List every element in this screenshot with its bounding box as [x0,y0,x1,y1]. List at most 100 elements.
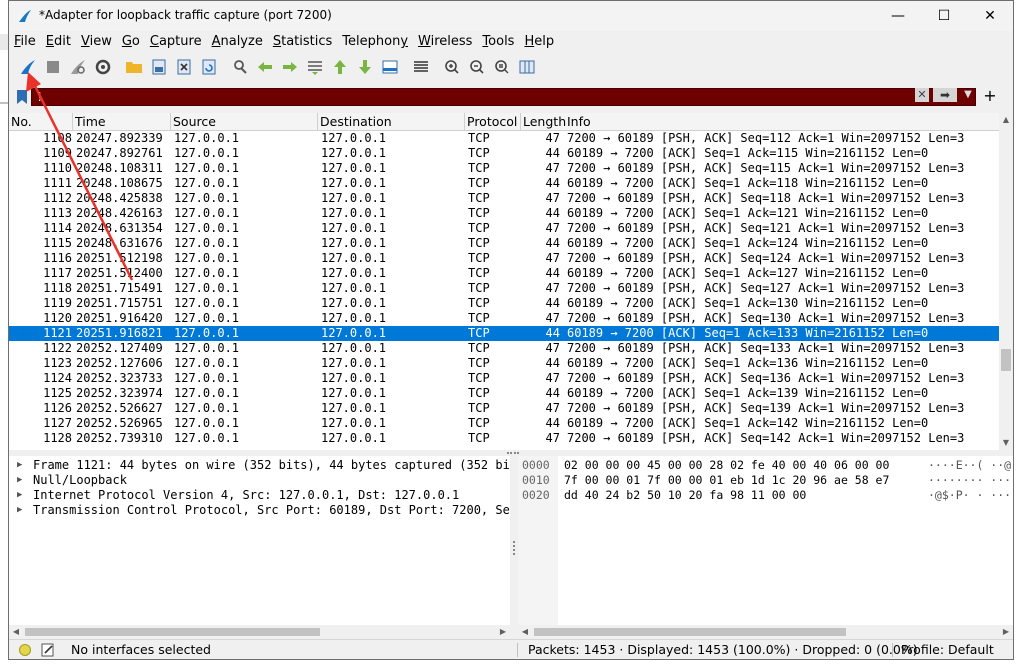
column-header-time[interactable]: Time [73,113,171,130]
column-header-info[interactable]: Info [565,113,999,130]
details-tree-item[interactable]: ▶ Frame 1121: 44 bytes on wire (352 bits)… [9,458,510,473]
details-tree-item[interactable]: ▶ Null/Loopback [9,473,510,488]
find-packet-button[interactable] [227,56,252,78]
menu-edit[interactable]: Edit [41,32,76,52]
open-file-button[interactable] [121,56,146,78]
scroll-up-icon[interactable]: ▲ [999,113,1013,127]
start-capture-button[interactable] [15,56,40,78]
column-header-protocol[interactable]: Protocol [465,113,521,130]
restart-capture-button[interactable] [65,56,90,78]
go-to-packet-button[interactable] [302,56,327,78]
capture-comment-icon[interactable] [41,643,55,657]
bytes-hscrollbar[interactable]: ◀ ▶ [518,625,1013,639]
expand-arrow-icon[interactable]: ▶ [17,488,22,503]
menu-go[interactable]: Go [117,32,145,52]
profile-selector[interactable]: Profile: Default [901,642,994,657]
packet-row[interactable]: 1111 20248.108675 127.0.0.1 127.0.0.1 TCP 44 6… [9,176,999,191]
go-forward-button[interactable] [277,56,302,78]
save-file-icon [152,59,165,75]
column-header-source[interactable]: Source [171,113,318,130]
packet-cell-info: 7200 → 60189 [PSH, ACK] Seq=112 Ack=1 Wi… [567,131,965,145]
menu-telephony[interactable]: Telephony [337,32,413,52]
details-tree-item[interactable]: ▶ Transmission Control Protocol, Src Port… [9,503,510,518]
go-back-button[interactable] [252,56,277,78]
vertical-splitter[interactable] [510,456,518,639]
scroll-right-icon[interactable]: ▶ [496,625,510,639]
menu-tools[interactable]: Tools [477,32,519,52]
zoom-out-button[interactable] [464,56,489,78]
packet-row[interactable]: 1109 20247.892761 127.0.0.1 127.0.0.1 TCP 44 6… [9,146,999,161]
expand-arrow-icon[interactable]: ▶ [17,503,22,518]
packet-row[interactable]: 1120 20251.916420 127.0.0.1 127.0.0.1 TCP 47 7… [9,311,999,326]
packet-row[interactable]: 1128 20252.739310 127.0.0.1 127.0.0.1 TCP 47 7… [9,431,999,446]
colorize-button[interactable] [408,56,433,78]
packet-row[interactable]: 1125 20252.323974 127.0.0.1 127.0.0.1 TCP 44 6… [9,386,999,401]
close-file-button[interactable] [171,56,196,78]
zoom-normal-button[interactable] [489,56,514,78]
capture-options-button[interactable] [90,56,115,78]
packet-row[interactable]: 1124 20252.323733 127.0.0.1 127.0.0.1 TCP 47 7… [9,371,999,386]
menu-wireless[interactable]: Wireless [413,32,477,52]
menu-capture[interactable]: Capture [145,32,207,52]
bytes-hex: 7f 00 00 01 7f 00 00 01 eb 1d 1c 20 96 a… [564,473,890,487]
packet-row[interactable]: 1110 20248.108311 127.0.0.1 127.0.0.1 TCP 47 7… [9,161,999,176]
menu-file[interactable]: File [9,32,41,52]
auto-scroll-button[interactable] [377,56,402,78]
packet-cell-time: 20248.426163 [76,206,163,220]
packet-row[interactable]: 1117 20251.512400 127.0.0.1 127.0.0.1 TCP 44 6… [9,266,999,281]
zoom-in-button[interactable] [439,56,464,78]
go-last-button[interactable] [352,56,377,78]
scroll-right-icon[interactable]: ▶ [999,625,1013,639]
packet-row[interactable]: 1113 20248.426163 127.0.0.1 127.0.0.1 TCP 44 6… [9,206,999,221]
packet-row[interactable]: 1123 20252.127606 127.0.0.1 127.0.0.1 TCP 44 6… [9,356,999,371]
packet-row[interactable]: 1112 20248.425838 127.0.0.1 127.0.0.1 TCP 47 7… [9,191,999,206]
menu-analyze[interactable]: Analyze [207,32,268,52]
minimize-button[interactable]: — [875,1,921,31]
maximize-button[interactable]: ☐ [921,1,967,31]
go-first-button[interactable] [327,56,352,78]
packet-cell-src: 127.0.0.1 [174,176,240,190]
stop-capture-button[interactable] [40,56,65,78]
scroll-down-icon[interactable]: ▼ [999,436,1013,450]
menu-view[interactable]: View [76,32,117,52]
expand-arrow-icon[interactable]: ▶ [17,473,22,488]
resize-columns-button[interactable] [514,56,539,78]
expert-info-indicator-icon[interactable] [19,644,31,656]
packet-row[interactable]: 1122 20252.127409 127.0.0.1 127.0.0.1 TCP 47 7… [9,341,999,356]
scroll-left-icon[interactable]: ◀ [9,625,23,639]
packet-row[interactable]: 1127 20252.526965 127.0.0.1 127.0.0.1 TCP 44 6… [9,416,999,431]
apply-filter-button[interactable]: ➡ [933,88,957,102]
packet-cell-time: 20252.526965 [76,416,163,430]
packet-row[interactable]: 1114 20248.631354 127.0.0.1 127.0.0.1 TCP 47 7… [9,221,999,236]
filter-bookmark-icon[interactable] [15,89,29,105]
display-filter-input[interactable]: ! [31,88,976,106]
bytes-scroll-thumb[interactable] [534,628,846,636]
scroll-thumb[interactable] [1001,349,1011,371]
packet-row[interactable]: 1108 20247.892339 127.0.0.1 127.0.0.1 TCP 47 7… [9,131,999,146]
filter-history-dropdown[interactable]: ▼ [961,88,975,102]
column-header-no[interactable]: No. [9,113,73,130]
save-file-button[interactable] [146,56,171,78]
clear-filter-button[interactable]: ✕ [915,88,929,102]
column-header-destination[interactable]: Destination [318,113,465,130]
packet-row[interactable]: 1121 20251.916821 127.0.0.1 127.0.0.1 TCP 44 6… [9,326,999,341]
menu-help[interactable]: Help [519,32,559,52]
details-hscrollbar[interactable]: ◀ ▶ [9,625,510,639]
packet-row[interactable]: 1116 20251.512198 127.0.0.1 127.0.0.1 TCP 47 7… [9,251,999,266]
reload-file-button[interactable] [196,56,221,78]
packet-cell-no: 1122 [43,341,72,355]
close-button[interactable]: ✕ [967,1,1013,31]
scroll-left-icon[interactable]: ◀ [518,625,532,639]
column-header-length[interactable]: Length [521,113,567,130]
packet-row[interactable]: 1118 20251.715491 127.0.0.1 127.0.0.1 TCP 47 7… [9,281,999,296]
menu-statistics[interactable]: Statistics [268,32,337,52]
packet-row[interactable]: 1115 20248.631676 127.0.0.1 127.0.0.1 TCP 44 6… [9,236,999,251]
details-scroll-thumb[interactable] [25,628,320,636]
packet-row[interactable]: 1126 20252.526627 127.0.0.1 127.0.0.1 TCP 47 7… [9,401,999,416]
add-filter-button-button[interactable]: + [981,86,999,106]
packet-row[interactable]: 1119 20251.715751 127.0.0.1 127.0.0.1 TCP 44 6… [9,296,999,311]
packet-cell-dst: 127.0.0.1 [321,191,387,205]
packet-list-scrollbar[interactable]: ▲ ▼ [999,113,1013,450]
details-tree-item[interactable]: ▶ Internet Protocol Version 4, Src: 127.0… [9,488,510,503]
expand-arrow-icon[interactable]: ▶ [17,458,22,473]
